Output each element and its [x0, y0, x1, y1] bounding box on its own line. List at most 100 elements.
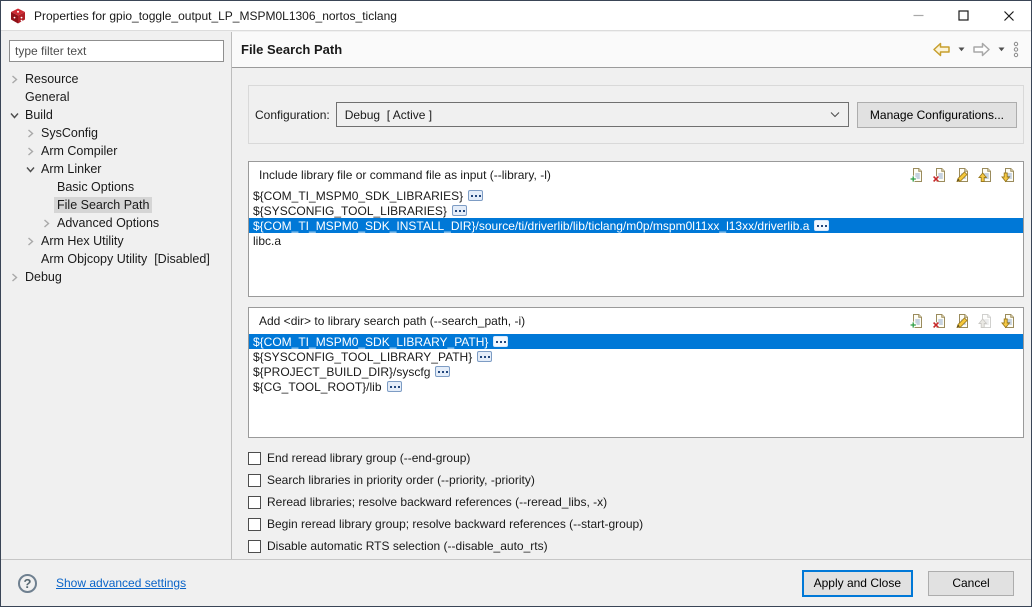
configuration-select[interactable]: Debug [ Active ] [336, 102, 849, 127]
tree-item-label: Arm Linker [38, 161, 104, 177]
chevron-right-icon[interactable] [7, 75, 22, 84]
include-library-toolbar [907, 165, 1019, 185]
tree-item-arm-compiler[interactable]: Arm Compiler [1, 142, 231, 160]
page-content: Configuration: Debug [ Active ] Manage C… [232, 68, 1031, 559]
tree-item-label: Basic Options [54, 179, 137, 195]
tree-item-label: Build [22, 107, 56, 123]
checkbox-label: Begin reread library group; resolve back… [267, 517, 643, 531]
checkbox-label: Search libraries in priority order (--pr… [267, 473, 535, 487]
checkbox[interactable] [248, 474, 261, 487]
tree-item-arm-linker[interactable]: Arm Linker [1, 160, 231, 178]
checkbox-label: End reread library group (--end-group) [267, 451, 470, 465]
chevron-down-icon[interactable] [7, 111, 22, 120]
search-path-item[interactable]: ${PROJECT_BUILD_DIR}/syscfg [249, 364, 1023, 379]
ellipsis-badge-icon[interactable] [477, 351, 492, 362]
include-library-list: Include library file or command file as … [248, 161, 1024, 297]
search-path-header: Add <dir> to library search path (--sear… [249, 308, 1023, 334]
tree-item-label: Arm Compiler [38, 143, 120, 159]
add-file-icon[interactable] [907, 165, 927, 185]
checkbox[interactable] [248, 540, 261, 553]
footer-bar: ? Show advanced settings Apply and Close… [1, 559, 1031, 606]
checkbox[interactable] [248, 518, 261, 531]
back-dropdown-icon[interactable] [957, 46, 966, 53]
tree-item-debug[interactable]: Debug [1, 268, 231, 286]
titlebar: Properties for gpio_toggle_output_LP_MSP… [1, 1, 1031, 31]
library-item[interactable]: libc.a [249, 233, 1023, 248]
apply-and-close-button[interactable]: Apply and Close [803, 571, 912, 596]
configuration-value: Debug [ Active ] [345, 108, 432, 122]
checkbox-row-reread-libraries-resolve-backw: Reread libraries; resolve backward refer… [248, 491, 1024, 513]
add-file-icon[interactable] [907, 311, 927, 331]
help-icon[interactable]: ? [18, 574, 37, 593]
tree-item-label: Arm Hex Utility [38, 233, 127, 249]
properties-dialog: Properties for gpio_toggle_output_LP_MSP… [0, 0, 1032, 607]
item-text: ${CG_TOOL_ROOT}/lib [253, 380, 382, 394]
search-path-item[interactable]: ${COM_TI_MSPM0_SDK_LIBRARY_PATH} [249, 334, 1023, 349]
chevron-right-icon[interactable] [23, 129, 38, 138]
ellipsis-badge-icon[interactable] [814, 220, 829, 231]
move-up-icon[interactable] [976, 165, 996, 185]
tree-item-resource[interactable]: Resource [1, 70, 231, 88]
checkbox-row-search-libraries-in-priority-o: Search libraries in priority order (--pr… [248, 469, 1024, 491]
edit-file-icon[interactable] [953, 165, 973, 185]
library-item[interactable]: ${COM_TI_MSPM0_SDK_INSTALL_DIR}/source/t… [249, 218, 1023, 233]
chevron-right-icon[interactable] [23, 237, 38, 246]
tree-item-build[interactable]: Build [1, 106, 231, 124]
chevron-right-icon[interactable] [39, 219, 54, 228]
dialog-body: Resource General Build SysConfig Arm Compile… [1, 32, 1031, 559]
ellipsis-badge-icon[interactable] [452, 205, 467, 216]
tree-item-general[interactable]: General [1, 88, 231, 106]
edit-file-icon[interactable] [953, 311, 973, 331]
chevron-down-icon[interactable] [23, 165, 38, 174]
tree-item-label: Advanced Options [54, 215, 162, 231]
library-item[interactable]: ${COM_TI_MSPM0_SDK_LIBRARIES} [249, 188, 1023, 203]
remove-file-icon[interactable] [930, 311, 950, 331]
tree-item-label: Debug [22, 269, 65, 285]
include-library-header: Include library file or command file as … [249, 162, 1023, 188]
ellipsis-badge-icon[interactable] [493, 336, 508, 347]
checkbox-label: Reread libraries; resolve backward refer… [267, 495, 607, 509]
sidebar: Resource General Build SysConfig Arm Compile… [1, 32, 232, 559]
remove-file-icon[interactable] [930, 165, 950, 185]
move-down-icon[interactable] [999, 165, 1019, 185]
include-library-title: Include library file or command file as … [259, 168, 907, 182]
tree-item-label: SysConfig [38, 125, 101, 141]
ellipsis-badge-icon[interactable] [387, 381, 402, 392]
library-item[interactable]: ${SYSCONFIG_TOOL_LIBRARIES} [249, 203, 1023, 218]
tree-item-file-search-path[interactable]: File Search Path [1, 196, 231, 214]
tree-item-sysconfig[interactable]: SysConfig [1, 124, 231, 142]
chevron-down-icon [830, 112, 840, 118]
close-icon[interactable] [986, 1, 1031, 30]
maximize-icon[interactable] [941, 1, 986, 30]
tree-item-arm-objcopy-utility-disabled[interactable]: Arm Objcopy Utility [Disabled] [1, 250, 231, 268]
ellipsis-badge-icon[interactable] [435, 366, 450, 377]
cancel-button[interactable]: Cancel [928, 571, 1014, 596]
checkbox[interactable] [248, 496, 261, 509]
ellipsis-badge-icon[interactable] [468, 190, 483, 201]
tree-item-advanced-options[interactable]: Advanced Options [1, 214, 231, 232]
preferences-tree: Resource General Build SysConfig Arm Compile… [1, 70, 231, 286]
search-path-item[interactable]: ${CG_TOOL_ROOT}/lib [249, 379, 1023, 394]
tree-item-basic-options[interactable]: Basic Options [1, 178, 231, 196]
tree-item-arm-hex-utility[interactable]: Arm Hex Utility [1, 232, 231, 250]
minimize-icon[interactable] [896, 1, 941, 30]
show-advanced-settings-link[interactable]: Show advanced settings [56, 576, 186, 590]
configuration-label: Configuration: [255, 108, 330, 122]
forward-icon[interactable] [971, 41, 992, 58]
chevron-right-icon[interactable] [7, 273, 22, 282]
search-path-title: Add <dir> to library search path (--sear… [259, 314, 907, 328]
forward-dropdown-icon[interactable] [997, 46, 1006, 53]
checkbox-label: Disable automatic RTS selection (--disab… [267, 539, 548, 553]
back-icon[interactable] [931, 41, 952, 58]
search-path-item[interactable]: ${SYSCONFIG_TOOL_LIBRARY_PATH} [249, 349, 1023, 364]
move-down-icon[interactable] [999, 311, 1019, 331]
chevron-right-icon[interactable] [23, 147, 38, 156]
view-menu-icon[interactable] [1011, 40, 1021, 59]
checkbox-row-begin-reread-library-group-res: Begin reread library group; resolve back… [248, 513, 1024, 535]
tree-item-label: Resource [22, 71, 82, 87]
window-controls [896, 1, 1031, 30]
tree-item-label: General [22, 89, 72, 105]
manage-configurations-button[interactable]: Manage Configurations... [857, 102, 1017, 128]
checkbox[interactable] [248, 452, 261, 465]
filter-input[interactable] [9, 40, 224, 62]
